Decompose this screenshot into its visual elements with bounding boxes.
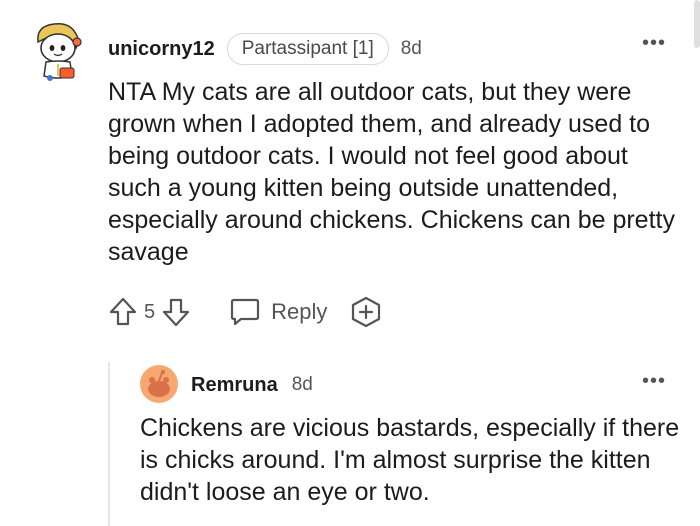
comment-bubble-icon: [231, 298, 260, 326]
comment-age: 8d: [400, 38, 422, 59]
downvote-button[interactable]: [161, 296, 191, 328]
award-button[interactable]: [349, 296, 383, 328]
reply-label: Reply: [271, 299, 328, 324]
downvote-icon: [163, 298, 190, 327]
reply-age: 8d: [291, 374, 313, 395]
user-avatar[interactable]: [30, 20, 88, 82]
comment-body: NTA My cats are all outdoor cats, but th…: [108, 78, 675, 266]
upvote-icon: [109, 297, 137, 326]
more-options-icon: •••: [641, 32, 666, 54]
thread-line[interactable]: [108, 362, 110, 526]
reply-button[interactable]: Reply: [229, 297, 327, 327]
default-snoo-avatar-icon: [140, 365, 178, 403]
more-options-icon: •••: [641, 370, 666, 392]
upvote-button[interactable]: [108, 296, 138, 328]
scrollbar[interactable]: [694, 0, 700, 48]
snoo-avatar-icon: [37, 22, 82, 81]
reply-more-options-button[interactable]: •••: [642, 371, 666, 391]
reply-body: Chickens are vicious bastards, especiall…: [140, 414, 680, 506]
award-icon: [352, 296, 381, 328]
user-flair: Partassipant [1]: [226, 33, 389, 65]
reply-username[interactable]: Remruna: [191, 374, 278, 397]
vote-count: 5: [144, 300, 156, 323]
reply-meta: Remruna 8d: [191, 372, 313, 398]
comment-actions: 5 Reply: [108, 292, 383, 332]
more-options-button[interactable]: •••: [642, 33, 666, 53]
reply-user-avatar[interactable]: [140, 365, 178, 403]
comment-username[interactable]: unicorny12: [108, 38, 215, 61]
comment-meta: unicorny12 Partassipant [1] 8d: [108, 32, 422, 66]
